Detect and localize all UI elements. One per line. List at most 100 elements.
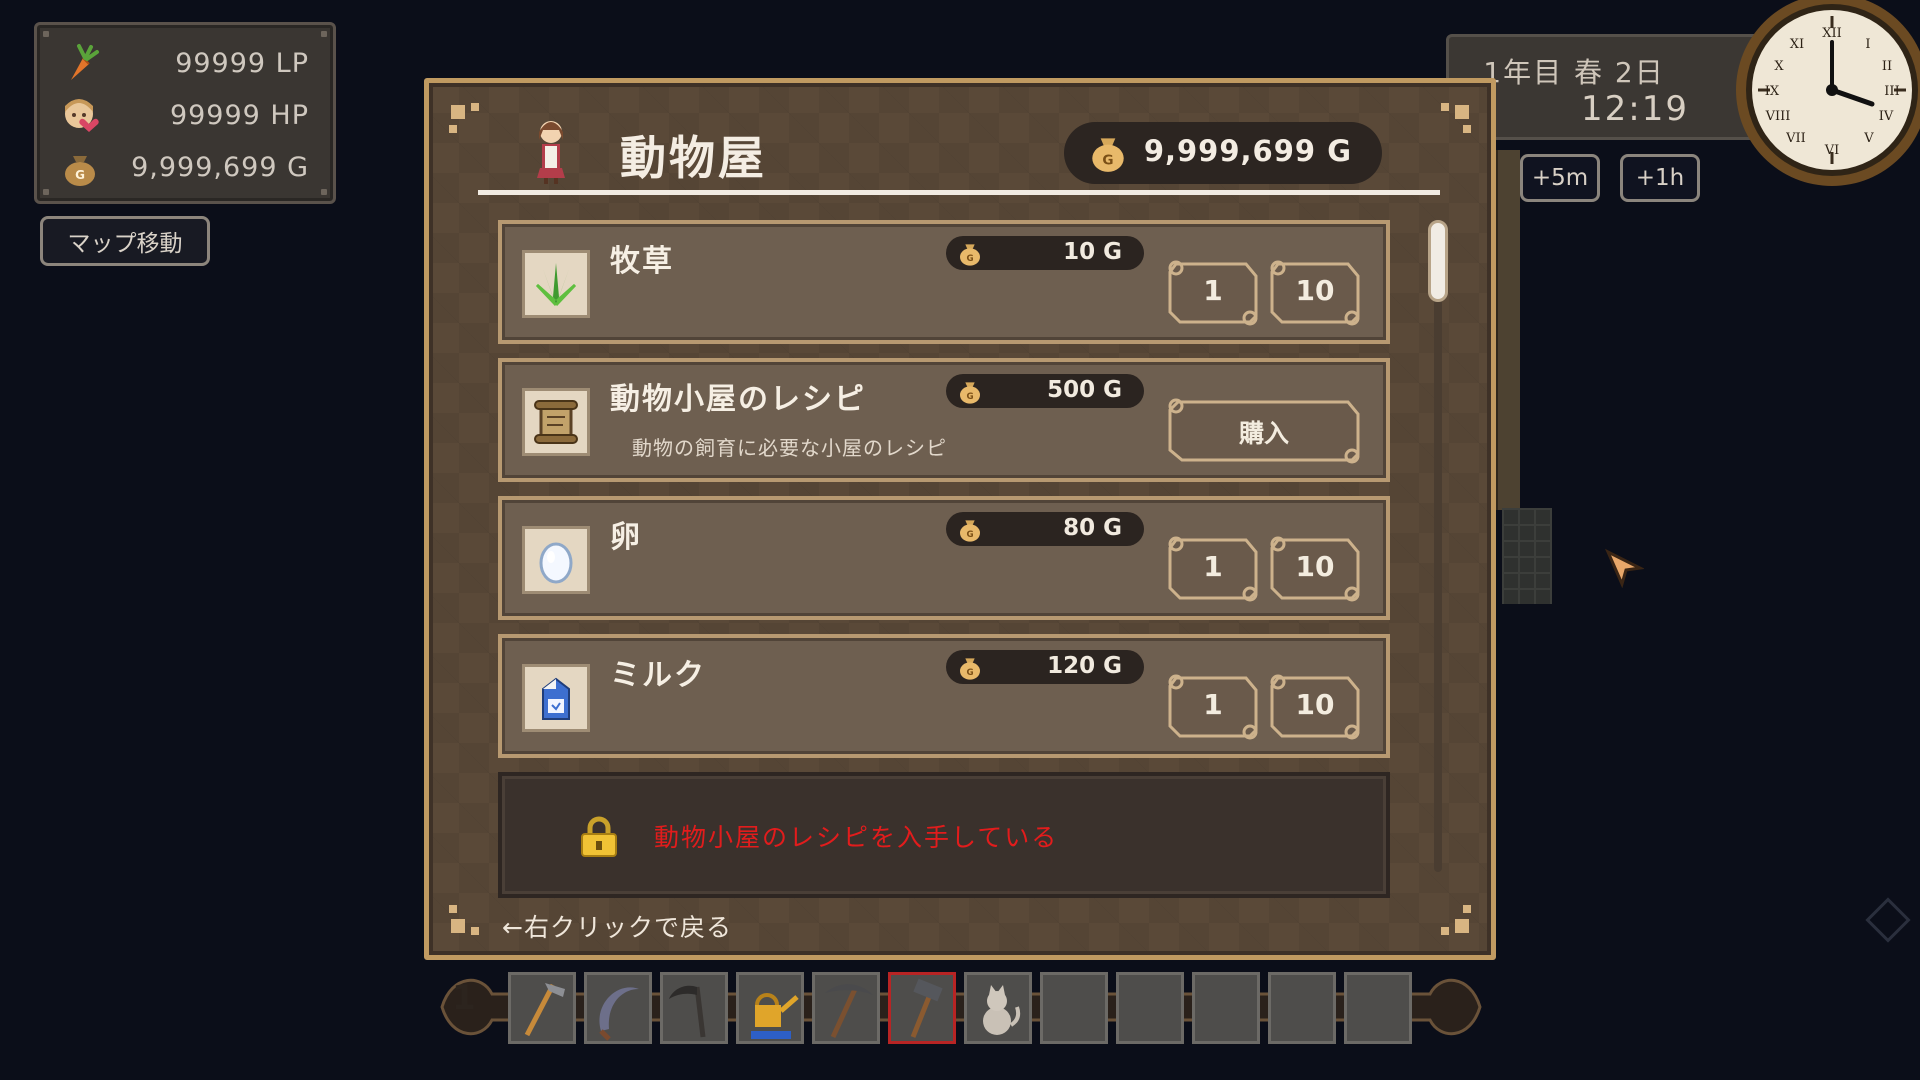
qty-label: 1 xyxy=(1203,274,1223,307)
qty-label: 10 xyxy=(1295,274,1335,307)
svg-text:XII: XII xyxy=(1822,26,1842,41)
gold-row: G 9,999,699 G xyxy=(59,145,309,189)
item-price: G 120 G xyxy=(946,650,1144,684)
face-heart-icon xyxy=(65,99,99,132)
buy-1-button[interactable]: 1 xyxy=(1166,670,1260,744)
hotbar-slot-12[interactable] xyxy=(1344,972,1412,1044)
hotbar-page-number: 1 xyxy=(452,978,476,1018)
hotbar-slot-10[interactable] xyxy=(1192,972,1260,1044)
scene-stone xyxy=(1502,508,1552,604)
plus-5m-button[interactable]: +5m xyxy=(1520,154,1600,202)
svg-text:G: G xyxy=(966,530,973,540)
shop-money-value: 9,999,699 G xyxy=(1143,134,1352,168)
scene-wall xyxy=(1496,150,1520,510)
gold-bag-icon: G xyxy=(1092,138,1124,172)
svg-text:G: G xyxy=(1102,153,1113,169)
lock-icon xyxy=(581,816,617,857)
purchase-button[interactable]: 購入 xyxy=(1166,394,1362,468)
item-description: 動物の飼育に必要な小屋のレシピ xyxy=(632,436,947,460)
gold-bag-icon: G xyxy=(960,520,980,542)
lp-value: 99999 LP xyxy=(175,47,309,79)
pickaxe-icon xyxy=(825,984,873,1039)
hotbar-slot-8[interactable] xyxy=(1040,972,1108,1044)
cat-icon xyxy=(983,985,1021,1035)
item-price-value: 500 G xyxy=(1047,377,1122,403)
buy-10-button[interactable]: 10 xyxy=(1268,670,1362,744)
hotbar-slot-1[interactable] xyxy=(508,972,576,1044)
gold-bag-icon: G xyxy=(65,156,95,186)
svg-text:VII: VII xyxy=(1785,131,1806,146)
back-hint: ←右クリックで戻る xyxy=(502,913,732,942)
scrollbar-thumb[interactable] xyxy=(1428,220,1448,302)
svg-text:VI: VI xyxy=(1824,143,1840,158)
locked-item-row: 動物小屋のレシピを入手している xyxy=(498,772,1390,898)
item-price-value: 10 G xyxy=(1063,239,1122,265)
hoe-icon xyxy=(524,983,565,1037)
qty-label: 1 xyxy=(1203,550,1223,583)
hotbar-slot-9[interactable] xyxy=(1116,972,1184,1044)
svg-text:I: I xyxy=(1865,37,1870,52)
status-panel: 99999 LP 99999 HP G 9,999,699 G xyxy=(34,22,336,204)
gold-bag-icon: G xyxy=(960,244,980,266)
shop-money-display: G 9,999,699 G xyxy=(1064,122,1382,184)
title-divider xyxy=(478,190,1440,195)
item-price-value: 120 G xyxy=(1047,653,1122,679)
purchase-label: 購入 xyxy=(1238,419,1289,448)
hammer-icon xyxy=(910,978,943,1038)
svg-text:G: G xyxy=(966,254,973,264)
hotbar-slot-4[interactable] xyxy=(736,972,804,1044)
qty-label: 10 xyxy=(1295,688,1335,721)
hotbar-slot-11[interactable] xyxy=(1268,972,1336,1044)
buy-1-button[interactable]: 1 xyxy=(1166,256,1260,330)
buy-1-button[interactable]: 1 xyxy=(1166,532,1260,606)
watering-can-icon xyxy=(751,993,799,1039)
item-name: 動物小屋のレシピ xyxy=(610,382,866,417)
milk-carton-icon xyxy=(522,664,590,732)
svg-text:IV: IV xyxy=(1879,109,1894,124)
svg-text:G: G xyxy=(966,392,973,402)
shop-item-hay: 牧草 G 10 G 1 10 xyxy=(498,220,1390,344)
svg-text:XI: XI xyxy=(1790,37,1804,52)
hp-row: 99999 HP xyxy=(59,93,309,137)
egg-icon xyxy=(522,526,590,594)
gold-bag-icon: G xyxy=(960,658,980,680)
shopkeeper-icon xyxy=(537,121,565,184)
locked-message: 動物小屋のレシピを入手している xyxy=(654,823,1059,852)
hotbar-slot-7[interactable] xyxy=(964,972,1032,1044)
svg-text:X: X xyxy=(1774,59,1784,74)
item-name: ミルク xyxy=(610,658,706,693)
hotbar-slot-5[interactable] xyxy=(812,972,880,1044)
scrollbar-track[interactable] xyxy=(1434,222,1442,872)
svg-text:IX: IX xyxy=(1765,84,1780,99)
svg-text:III: III xyxy=(1884,84,1899,99)
qty-label: 1 xyxy=(1203,688,1223,721)
qty-label: 10 xyxy=(1295,550,1335,583)
item-price: G 10 G xyxy=(946,236,1144,270)
buy-10-button[interactable]: 10 xyxy=(1268,256,1362,330)
map-move-button[interactable]: マップ移動 xyxy=(40,216,210,266)
shop-title: 動物屋 xyxy=(620,131,767,185)
svg-text:G: G xyxy=(75,168,85,182)
item-name: 卵 xyxy=(610,520,642,555)
scroll-icon xyxy=(522,388,590,456)
shop-item-animal-barn-recipe: 動物小屋のレシピ 動物の飼育に必要な小屋のレシピ G 500 G 購入 xyxy=(498,358,1390,482)
svg-text:G: G xyxy=(966,668,973,678)
clock-icon: XIIIII IIIIVV VIVIIVIII IXXXI xyxy=(1736,0,1920,186)
item-price: G 80 G xyxy=(946,512,1144,546)
scythe-icon xyxy=(669,985,706,1038)
svg-text:II: II xyxy=(1882,59,1892,74)
hotbar-slot-3[interactable] xyxy=(660,972,728,1044)
buy-10-button[interactable]: 10 xyxy=(1268,532,1362,606)
item-price: G 500 G xyxy=(946,374,1144,408)
shop-item-milk: ミルク G 120 G 1 10 xyxy=(498,634,1390,758)
lp-row: 99999 LP xyxy=(59,41,309,85)
gold-bag-icon: G xyxy=(960,382,980,404)
mouse-cursor-icon xyxy=(1604,548,1644,588)
hotbar-slot-6[interactable] xyxy=(888,972,956,1044)
shop-item-egg: 卵 G 80 G 1 10 xyxy=(498,496,1390,620)
hotbar xyxy=(508,964,1422,1050)
diamond-marker-icon xyxy=(1865,897,1911,943)
item-name: 牧草 xyxy=(610,244,674,279)
hotbar-slot-2[interactable] xyxy=(584,972,652,1044)
plus-1h-button[interactable]: +1h xyxy=(1620,154,1700,202)
